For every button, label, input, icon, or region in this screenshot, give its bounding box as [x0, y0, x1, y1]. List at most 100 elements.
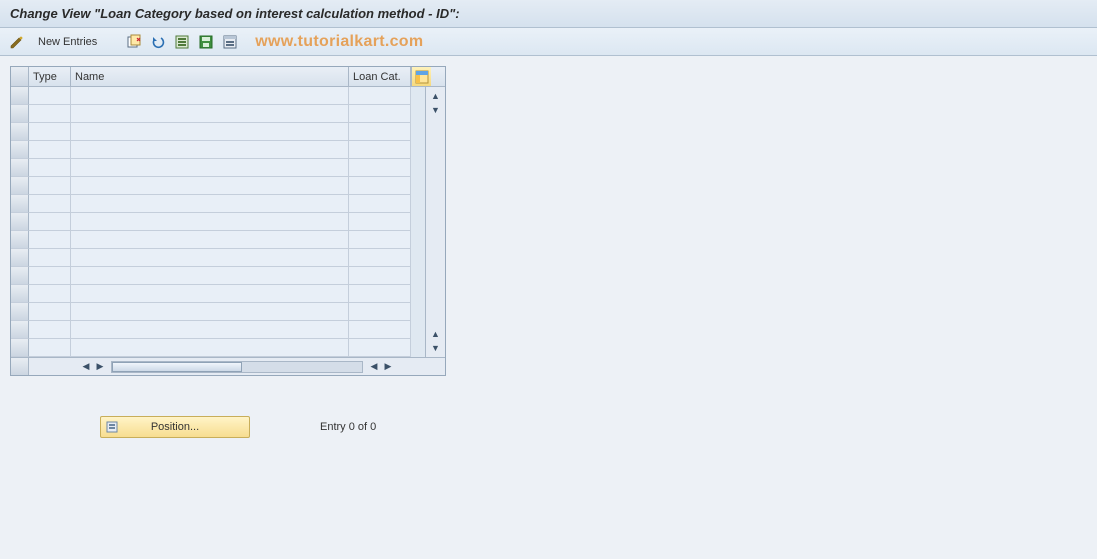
- select-all-icon[interactable]: [173, 33, 191, 51]
- cell-name[interactable]: [71, 159, 349, 177]
- table-row[interactable]: [11, 141, 425, 159]
- table-row[interactable]: [11, 105, 425, 123]
- vertical-scrollbar[interactable]: ▲ ▼ ▲ ▼: [425, 87, 445, 357]
- scroll-right-icon[interactable]: ▶: [93, 360, 107, 374]
- cell-name[interactable]: [71, 105, 349, 123]
- table-row[interactable]: [11, 249, 425, 267]
- row-selector[interactable]: [11, 267, 29, 285]
- cell-type[interactable]: [29, 213, 71, 231]
- cell-name[interactable]: [71, 231, 349, 249]
- row-selector[interactable]: [11, 87, 29, 105]
- cell-name[interactable]: [71, 141, 349, 159]
- row-selector[interactable]: [11, 249, 29, 267]
- cell-name[interactable]: [71, 123, 349, 141]
- table-row[interactable]: [11, 177, 425, 195]
- row-selector-header[interactable]: [11, 67, 29, 86]
- cell-type[interactable]: [29, 87, 71, 105]
- scroll-left-icon[interactable]: ◀: [79, 360, 93, 374]
- cell-type[interactable]: [29, 123, 71, 141]
- row-selector[interactable]: [11, 177, 29, 195]
- cell-type[interactable]: [29, 195, 71, 213]
- cell-loan-cat[interactable]: [349, 105, 411, 123]
- cell-type[interactable]: [29, 303, 71, 321]
- row-selector[interactable]: [11, 285, 29, 303]
- vertical-scroll-track[interactable]: [429, 119, 443, 325]
- cell-type[interactable]: [29, 267, 71, 285]
- cell-loan-cat[interactable]: [349, 87, 411, 105]
- cell-type[interactable]: [29, 159, 71, 177]
- row-selector[interactable]: [11, 195, 29, 213]
- cell-type[interactable]: [29, 177, 71, 195]
- table-row[interactable]: [11, 321, 425, 339]
- scroll-up-icon[interactable]: ▲: [429, 327, 443, 341]
- row-selector[interactable]: [11, 159, 29, 177]
- table-row[interactable]: [11, 159, 425, 177]
- cell-loan-cat[interactable]: [349, 123, 411, 141]
- select-block-icon[interactable]: [221, 33, 239, 51]
- table-row[interactable]: [11, 87, 425, 105]
- scroll-down-icon[interactable]: ▼: [429, 341, 443, 355]
- cell-loan-cat[interactable]: [349, 177, 411, 195]
- table-row[interactable]: [11, 231, 425, 249]
- cell-loan-cat[interactable]: [349, 285, 411, 303]
- cell-loan-cat[interactable]: [349, 249, 411, 267]
- horizontal-scroll-track[interactable]: [111, 361, 363, 373]
- cell-type[interactable]: [29, 321, 71, 339]
- position-button[interactable]: Position...: [100, 416, 250, 438]
- cell-name[interactable]: [71, 285, 349, 303]
- scroll-up-icon[interactable]: ▲: [429, 89, 443, 103]
- cell-name[interactable]: [71, 213, 349, 231]
- cell-loan-cat[interactable]: [349, 303, 411, 321]
- cell-loan-cat[interactable]: [349, 231, 411, 249]
- row-selector[interactable]: [11, 339, 29, 357]
- table-row[interactable]: [11, 339, 425, 357]
- new-entries-button[interactable]: New Entries: [32, 34, 103, 50]
- cell-loan-cat[interactable]: [349, 195, 411, 213]
- cell-name[interactable]: [71, 303, 349, 321]
- table-row[interactable]: [11, 267, 425, 285]
- column-header-name[interactable]: Name: [71, 67, 349, 86]
- cell-name[interactable]: [71, 87, 349, 105]
- cell-name[interactable]: [71, 321, 349, 339]
- column-header-loan-cat[interactable]: Loan Cat.: [349, 67, 411, 86]
- scroll-right-icon[interactable]: ▶: [381, 360, 395, 374]
- cell-type[interactable]: [29, 141, 71, 159]
- row-selector[interactable]: [11, 321, 29, 339]
- undo-change-icon[interactable]: [149, 33, 167, 51]
- row-selector[interactable]: [11, 105, 29, 123]
- cell-loan-cat[interactable]: [349, 141, 411, 159]
- toggle-change-icon[interactable]: [8, 33, 26, 51]
- row-selector[interactable]: [11, 141, 29, 159]
- scroll-down-icon[interactable]: ▼: [429, 103, 443, 117]
- cell-name[interactable]: [71, 267, 349, 285]
- save-icon[interactable]: [197, 33, 215, 51]
- cell-type[interactable]: [29, 339, 71, 357]
- cell-loan-cat[interactable]: [349, 321, 411, 339]
- cell-loan-cat[interactable]: [349, 267, 411, 285]
- column-header-type[interactable]: Type: [29, 67, 71, 86]
- cell-name[interactable]: [71, 249, 349, 267]
- cell-name[interactable]: [71, 339, 349, 357]
- row-selector[interactable]: [11, 303, 29, 321]
- cell-loan-cat[interactable]: [349, 339, 411, 357]
- cell-type[interactable]: [29, 285, 71, 303]
- cell-loan-cat[interactable]: [349, 159, 411, 177]
- table-row[interactable]: [11, 213, 425, 231]
- table-settings-icon[interactable]: [411, 67, 431, 86]
- table-row[interactable]: [11, 195, 425, 213]
- cell-type[interactable]: [29, 249, 71, 267]
- row-selector[interactable]: [11, 213, 29, 231]
- table-row[interactable]: [11, 303, 425, 321]
- cell-loan-cat[interactable]: [349, 213, 411, 231]
- table-row[interactable]: [11, 123, 425, 141]
- cell-type[interactable]: [29, 231, 71, 249]
- cell-type[interactable]: [29, 105, 71, 123]
- horizontal-scrollbar[interactable]: ◀ ▶ ◀ ▶: [11, 357, 445, 375]
- row-selector[interactable]: [11, 231, 29, 249]
- row-selector[interactable]: [11, 123, 29, 141]
- cell-name[interactable]: [71, 195, 349, 213]
- cell-name[interactable]: [71, 177, 349, 195]
- copy-as-icon[interactable]: [125, 33, 143, 51]
- scroll-left-icon[interactable]: ◀: [367, 360, 381, 374]
- horizontal-scroll-thumb[interactable]: [112, 362, 242, 372]
